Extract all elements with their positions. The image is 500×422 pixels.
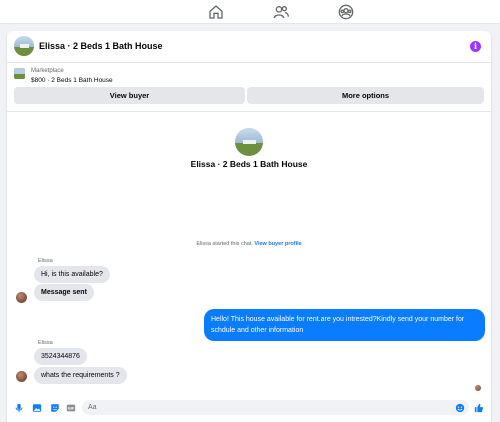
- buyer-avatar[interactable]: [16, 292, 27, 303]
- svg-text:GIF: GIF: [68, 406, 74, 410]
- gif-icon[interactable]: GIF: [66, 403, 76, 413]
- divider: [7, 111, 491, 112]
- message-input-placeholder: Aa: [88, 404, 97, 411]
- listing-price-title: $800 · 2 Beds 1 Bath House: [31, 77, 113, 84]
- chat-started-notice: Elissa started this chat. View buyer pro…: [7, 241, 491, 247]
- top-nav: [0, 0, 500, 24]
- home-icon[interactable]: [207, 3, 225, 21]
- listing-avatar[interactable]: [14, 36, 34, 56]
- message-composer: GIF Aa: [7, 394, 491, 422]
- sticker-icon[interactable]: [50, 403, 60, 413]
- profile-avatar[interactable]: [235, 128, 263, 156]
- message-bubble[interactable]: 3524344876: [34, 348, 87, 365]
- groups-icon[interactable]: [337, 3, 355, 21]
- seen-indicator-avatar: [475, 385, 481, 391]
- like-icon[interactable]: [474, 403, 484, 413]
- sender-name: Elissa: [38, 258, 53, 264]
- message-bubble[interactable]: Hi, is this available?: [34, 266, 110, 283]
- view-buyer-profile-link[interactable]: View buyer profile: [254, 241, 301, 247]
- chat-panel: Elissa · 2 Beds 1 Bath House i Marketpla…: [7, 31, 491, 422]
- buyer-avatar[interactable]: [16, 371, 27, 382]
- listing-thumbnail: [14, 68, 25, 79]
- chat-started-text: Elissa started this chat.: [196, 241, 253, 247]
- sender-name: Elissa: [38, 340, 53, 346]
- profile-title: Elissa · 2 Beds 1 Bath House: [190, 159, 308, 169]
- listing-category: Marketplace: [31, 68, 64, 74]
- friends-icon[interactable]: [272, 3, 290, 21]
- chat-header: Elissa · 2 Beds 1 Bath House i: [7, 31, 491, 63]
- message-bubble[interactable]: whats the requirements ?: [34, 367, 127, 384]
- info-icon[interactable]: i: [470, 41, 481, 52]
- message-input[interactable]: Aa: [82, 400, 469, 415]
- message-bubble[interactable]: Message sent: [34, 284, 94, 301]
- view-buyer-button[interactable]: View buyer: [14, 87, 245, 104]
- microphone-icon[interactable]: [14, 403, 24, 413]
- message-bubble-outgoing[interactable]: Hello! This house available for rent.are…: [204, 309, 485, 341]
- emoji-icon[interactable]: [455, 403, 465, 413]
- listing-summary[interactable]: Marketplace $800 · 2 Beds 1 Bath House: [7, 64, 491, 88]
- photo-icon[interactable]: [32, 403, 42, 413]
- chat-title[interactable]: Elissa · 2 Beds 1 Bath House: [39, 41, 163, 51]
- more-options-button[interactable]: More options: [247, 87, 484, 104]
